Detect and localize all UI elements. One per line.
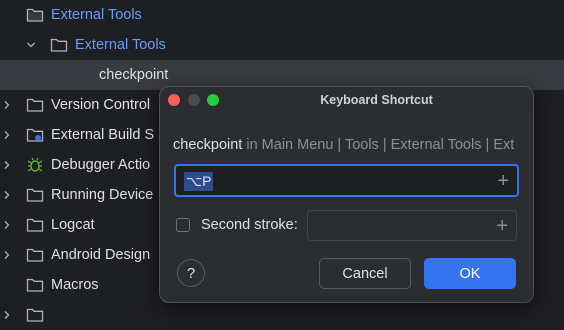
action-context: checkpoint in Main Menu | Tools | Extern…	[173, 137, 514, 153]
tree-item-label: checkpoint	[99, 67, 169, 83]
tree-item-label: Version Control	[51, 97, 151, 113]
folder-icon	[26, 187, 44, 203]
folder-icon	[26, 277, 44, 293]
tree-item-label: Running Device	[51, 187, 154, 203]
second-stroke-field[interactable]: +	[307, 210, 517, 241]
chevron-right-icon[interactable]	[2, 100, 12, 110]
dialog-titlebar: Keyboard Shortcut	[160, 87, 533, 113]
bug-icon	[26, 157, 44, 173]
folder-icon	[50, 37, 68, 53]
add-icon[interactable]: +	[497, 171, 509, 191]
ok-button[interactable]: OK	[424, 258, 516, 289]
first-stroke-field[interactable]: ⌥P +	[174, 164, 519, 197]
tree-row-external-tools-sub[interactable]: External Tools	[0, 30, 564, 60]
dialog-title: Keyboard Shortcut	[320, 93, 433, 107]
chevron-down-icon[interactable]	[26, 40, 36, 50]
folder-icon	[26, 307, 44, 323]
second-stroke-checkbox[interactable]	[176, 218, 190, 232]
tree-item-label: External Build S	[51, 127, 155, 143]
chevron-right-icon[interactable]	[2, 310, 12, 320]
chevron-right-icon[interactable]	[2, 190, 12, 200]
tree-item-label: Android Design	[51, 247, 151, 263]
cancel-button[interactable]: Cancel	[319, 258, 411, 289]
folder-icon	[26, 247, 44, 263]
tree-item-label: External Tools	[75, 37, 166, 53]
build-folder-icon	[26, 127, 44, 143]
action-name: checkpoint	[173, 137, 243, 153]
folder-icon	[26, 97, 44, 113]
tree-item-label: Logcat	[51, 217, 95, 233]
chevron-right-icon[interactable]	[2, 250, 12, 260]
chevron-right-icon[interactable]	[2, 130, 12, 140]
tree-item-label: Macros	[51, 277, 99, 293]
add-icon[interactable]: +	[496, 216, 508, 236]
first-stroke-value: ⌥P	[184, 172, 214, 191]
folder-icon	[26, 7, 44, 23]
keyboard-shortcut-dialog: Keyboard Shortcut checkpoint in Main Men…	[159, 86, 534, 303]
chevron-right-icon[interactable]	[2, 160, 12, 170]
action-path: in Main Menu | Tools | External Tools | …	[242, 137, 515, 153]
second-stroke-label: Second stroke:	[201, 217, 298, 233]
tree-row-partial[interactable]	[0, 300, 564, 330]
folder-icon	[26, 217, 44, 233]
chevron-right-icon[interactable]	[2, 220, 12, 230]
tree-item-label: External Tools	[51, 7, 142, 23]
tree-item-label: Debugger Actio	[51, 157, 151, 173]
help-button[interactable]: ?	[177, 259, 205, 287]
tree-row-external-tools[interactable]: External Tools	[0, 0, 564, 30]
